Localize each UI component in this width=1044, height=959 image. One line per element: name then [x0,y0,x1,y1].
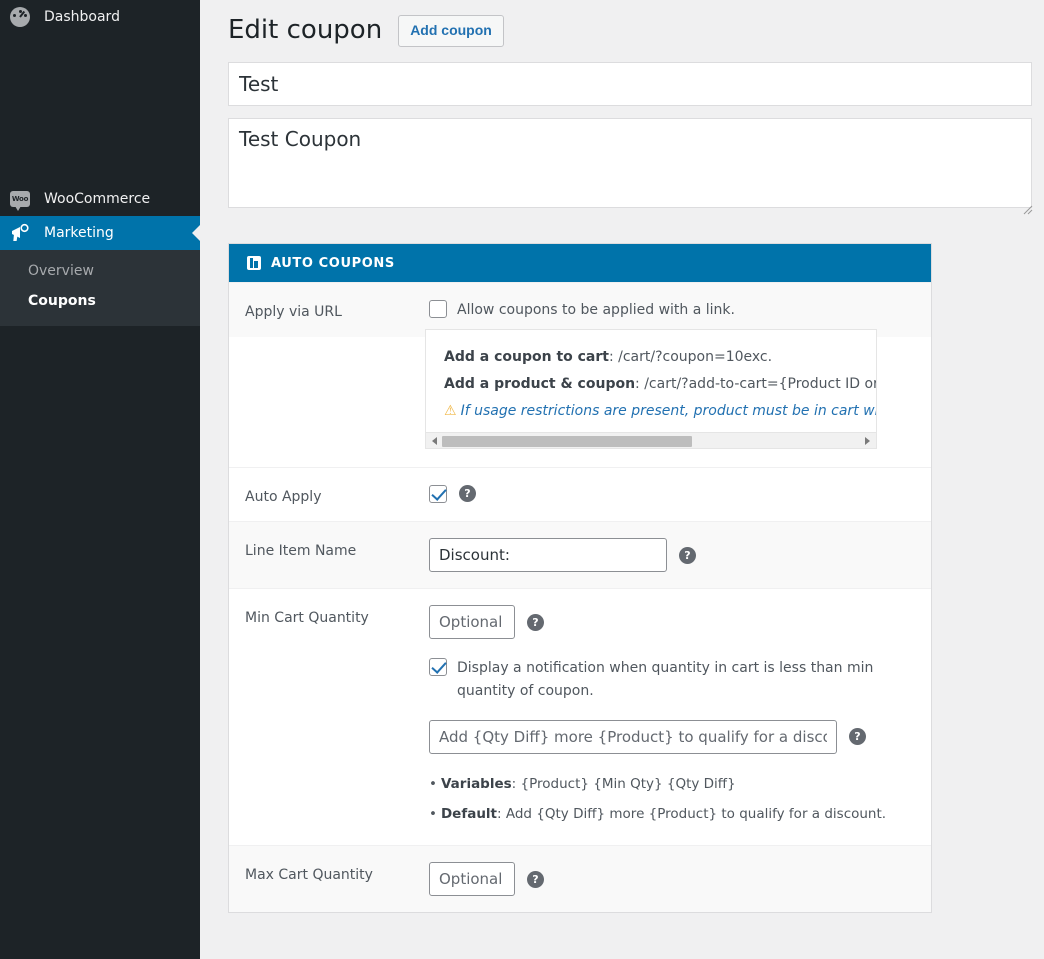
sidebar-item-coupons[interactable]: Coupons [0,286,200,316]
min-cart-quantity-input[interactable] [429,605,515,640]
gauge-icon [10,7,38,27]
coupon-code-input[interactable] [228,61,1032,106]
bullet-icon: • [429,805,437,822]
admin-sidebar: Dashboard Woo WooCommerce Marketing Over… [0,0,200,959]
coupon-description-textarea[interactable] [228,117,1032,208]
row-auto-apply: Auto Apply ? [229,467,931,521]
info-line-product-and-coupon-value: : /cart/?add-to-cart={Product ID or Va [635,375,876,392]
min-qty-notification-checkbox[interactable] [429,658,447,677]
auto-coupons-panel-title: AUTO COUPONS [271,255,395,271]
apply-via-url-label: Apply via URL [245,304,342,320]
sidebar-item-woocommerce[interactable]: Woo WooCommerce [0,182,200,216]
main-content: Edit coupon Add coupon AUTO COUPONS Appl… [200,0,1044,959]
info-line-coupon-to-cart: Add a coupon to cart: /cart/?coupon=10ex… [444,344,858,371]
warning-triangle-icon: ⚠ [444,402,457,419]
info-line-product-and-coupon: Add a product & coupon: /cart/?add-to-ca… [444,371,876,398]
max-cart-quantity-label: Max Cart Quantity [245,867,373,884]
line-item-name-input[interactable] [429,538,667,573]
page-title: Edit coupon [228,15,383,45]
sidebar-item-marketing-label: Marketing [44,225,114,241]
sidebar-item-woocommerce-label: WooCommerce [44,191,151,207]
min-cart-quantity-label: Min Cart Quantity [245,610,369,627]
auto-apply-label: Auto Apply [245,489,322,506]
sidebar-item-dashboard-label: Dashboard [44,9,120,25]
default-label: Default [440,805,498,822]
row-line-item-name: Line Item Name ? [229,521,931,589]
max-cart-quantity-help-icon[interactable]: ? [527,870,544,888]
scroll-left-arrow-icon[interactable] [432,437,437,446]
add-coupon-button[interactable]: Add coupon [398,15,504,47]
apply-via-url-info-text: Add a coupon to cart: /cart/?coupon=10ex… [426,330,876,432]
min-qty-variables-help: • Variables: {Product} {Min Qty} {Qty Dif… [429,770,919,829]
apply-via-url-checkbox-label: Allow coupons to be applied with a link. [457,302,735,318]
max-cart-quantity-input[interactable] [429,862,515,897]
variables-value: : {Product} {Min Qty} {Qty Diff} [511,775,736,792]
sidebar-submenu: Overview Coupons [0,250,200,326]
row-max-cart-quantity: Max Cart Quantity ? [229,845,931,913]
line-item-name-help-icon[interactable]: ? [679,546,696,564]
min-qty-message-row: ? [429,719,919,754]
scroll-right-arrow-icon[interactable] [865,437,870,446]
woo-icon: Woo [10,191,38,211]
variables-label: Variables [440,775,512,792]
min-qty-notification-row: Display a notification when quantity in … [429,657,919,702]
page-header: Edit coupon Add coupon [200,0,1044,48]
admin-page: Dashboard Woo WooCommerce Marketing Over… [0,0,1044,959]
scrollbar-thumb[interactable] [442,436,692,448]
info-line-restriction-note: ⚠ If usage restrictions are present, prod… [444,398,876,425]
default-line: • Default: Add {Qty Diff} more {Product} … [429,800,919,830]
apply-via-url-checkbox[interactable] [429,300,447,318]
default-value: : Add {Qty Diff} more {Product} to quali… [497,805,887,822]
min-qty-message-help-icon[interactable]: ? [849,728,866,746]
info-line-restriction-note-text: If usage restrictions are present, produ… [460,402,876,419]
auto-coupons-panel: AUTO COUPONS Apply via URL Allow coupons… [228,243,932,914]
apply-via-url-info-box: Add a coupon to cart: /cart/?coupon=10ex… [425,329,877,450]
variables-line: • Variables: {Product} {Min Qty} {Qty Dif… [429,770,919,800]
auto-apply-help-icon[interactable]: ? [459,485,476,503]
auto-coupons-panel-header: AUTO COUPONS [229,244,931,282]
info-line-product-and-coupon-label: Add a product & coupon [444,375,636,392]
min-cart-quantity-help-icon[interactable]: ? [527,613,544,631]
line-item-name-label: Line Item Name [245,543,357,560]
sidebar-item-dashboard[interactable]: Dashboard [0,0,200,34]
info-box-horizontal-scrollbar[interactable] [426,432,876,449]
sidebar-item-marketing[interactable]: Marketing [0,216,200,250]
auto-coupons-icon [247,256,261,270]
info-line-coupon-to-cart-label: Add a coupon to cart [444,349,609,366]
min-qty-notification-label: Display a notification when quantity in … [457,660,874,699]
sidebar-item-overview[interactable]: Overview [0,256,200,286]
auto-apply-checkbox[interactable] [429,485,447,504]
row-min-cart-quantity: Min Cart Quantity ? Display a notificati… [229,588,931,845]
megaphone-icon [10,223,38,243]
info-line-coupon-to-cart-value: : /cart/?coupon=10exc. [608,349,773,366]
min-qty-message-input[interactable] [429,719,837,754]
bullet-icon: • [429,775,437,792]
